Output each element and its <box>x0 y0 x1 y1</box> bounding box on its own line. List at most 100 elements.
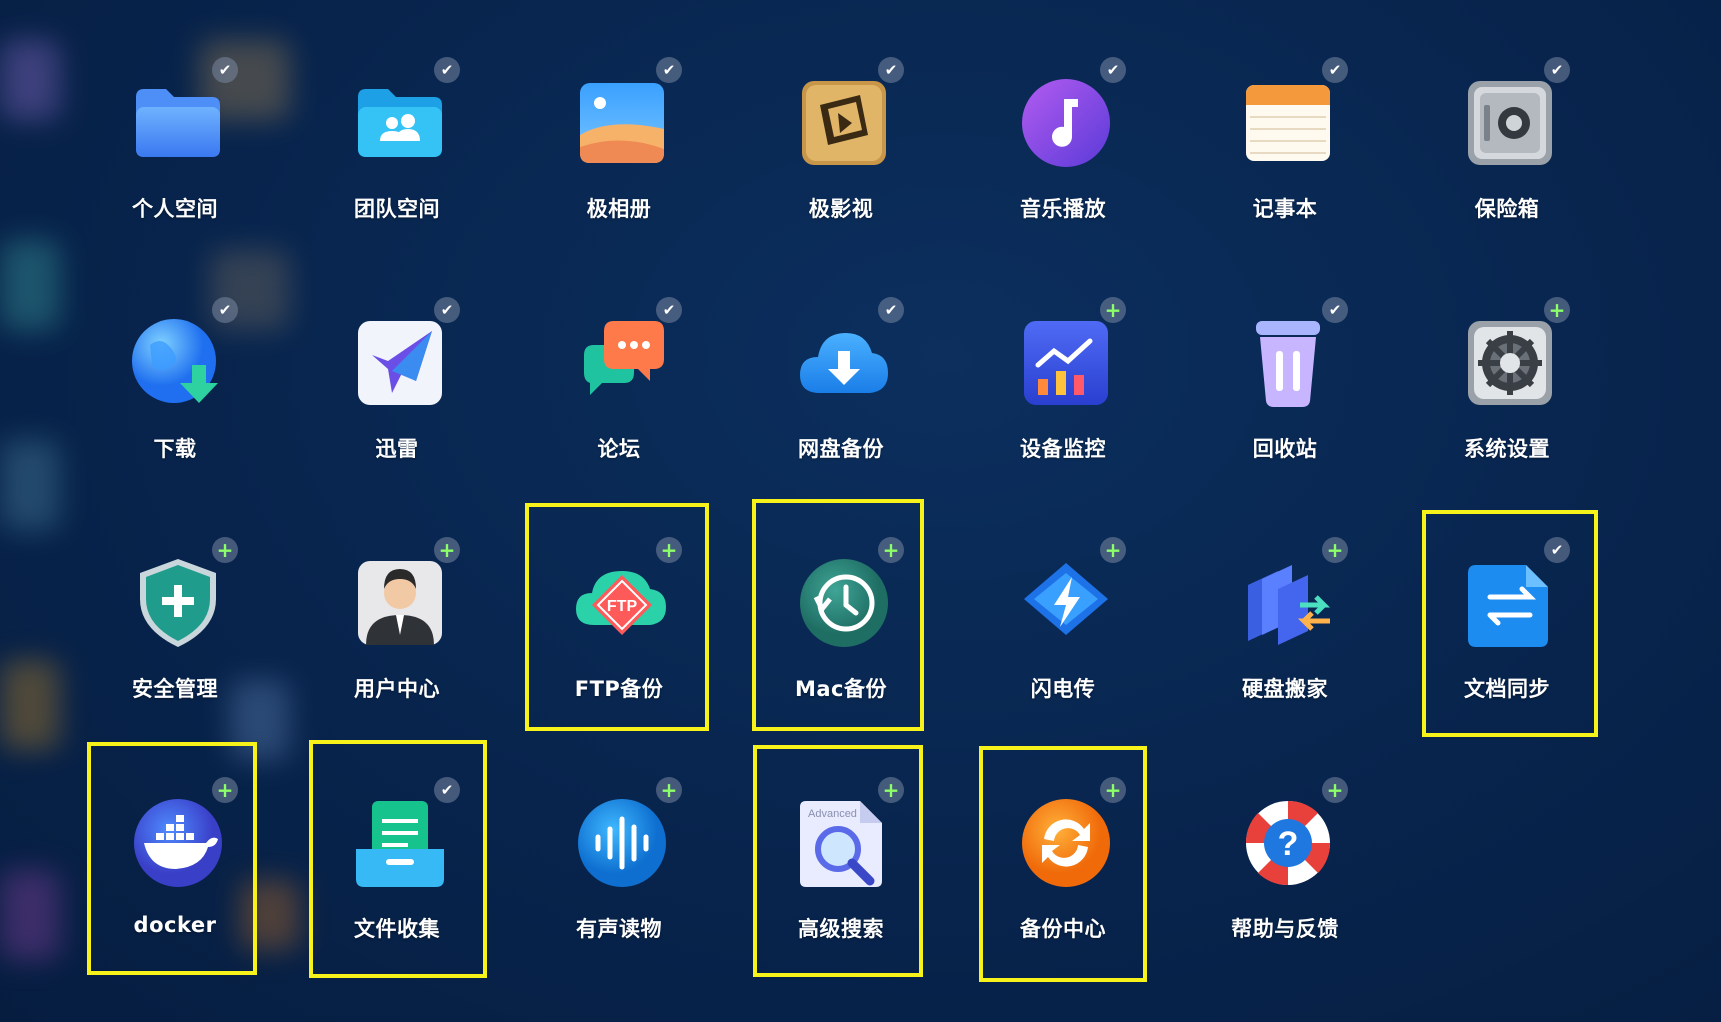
app-tile-docker-whale[interactable]: + docker <box>85 775 265 975</box>
app-tile-audio-wave[interactable]: + 有声读物 <box>529 775 709 975</box>
app-label: docker <box>133 913 217 937</box>
installed-check-icon[interactable]: ✔ <box>212 297 238 323</box>
add-badge-icon[interactable]: + <box>1100 537 1126 563</box>
app-label: 硬盘搬家 <box>1242 677 1328 701</box>
photo-album-icon <box>574 75 670 171</box>
app-label: 文件收集 <box>354 917 440 941</box>
app-label: 迅雷 <box>375 437 419 461</box>
app-tile-safe[interactable]: ✔ 保险箱 <box>1417 55 1597 255</box>
installed-check-icon[interactable]: ✔ <box>434 57 460 83</box>
installed-check-icon[interactable]: ✔ <box>1544 57 1570 83</box>
add-badge-icon[interactable]: + <box>212 537 238 563</box>
add-badge-icon[interactable]: + <box>656 777 682 803</box>
ftp-cloud-icon: FTP <box>574 555 670 651</box>
installed-check-icon[interactable]: ✔ <box>656 297 682 323</box>
add-badge-icon[interactable]: + <box>1322 777 1348 803</box>
installed-check-icon[interactable]: ✔ <box>212 57 238 83</box>
app-label: 有声读物 <box>576 917 662 941</box>
installed-check-icon[interactable]: ✔ <box>656 57 682 83</box>
thunder-bird-icon <box>352 315 448 411</box>
add-badge-icon[interactable]: + <box>212 777 238 803</box>
shield-icon <box>130 555 226 651</box>
add-badge-icon[interactable]: + <box>1100 777 1126 803</box>
installed-check-icon[interactable]: ✔ <box>1544 537 1570 563</box>
app-tile-disk-move[interactable]: + 硬盘搬家 <box>1195 535 1375 735</box>
help-lifebuoy-icon: ? <box>1240 795 1336 891</box>
installed-check-icon[interactable]: ✔ <box>434 297 460 323</box>
app-label: 高级搜索 <box>798 917 884 941</box>
app-tile-advanced-search[interactable]: Advanced + 高级搜索 <box>751 775 931 975</box>
notepad-icon <box>1240 75 1336 171</box>
app-tile-team-folder[interactable]: ✔ 团队空间 <box>307 55 487 255</box>
app-label: 下载 <box>153 437 197 461</box>
installed-check-icon[interactable]: ✔ <box>1322 57 1348 83</box>
lightning-icon <box>1018 555 1114 651</box>
add-badge-icon[interactable]: + <box>1544 297 1570 323</box>
app-tile-shield[interactable]: + 安全管理 <box>85 535 265 735</box>
app-tile-video[interactable]: ✔ 极影视 <box>751 55 931 255</box>
app-label: 音乐播放 <box>1020 197 1106 221</box>
app-tile-help-lifebuoy[interactable]: ? + 帮助与反馈 <box>1195 775 1375 975</box>
app-tile-gear[interactable]: + 系统设置 <box>1417 295 1597 495</box>
app-tile-photo-album[interactable]: ✔ 极相册 <box>529 55 709 255</box>
app-label: FTP备份 <box>574 677 664 701</box>
svg-text:?: ? <box>1278 825 1299 863</box>
installed-check-icon[interactable]: ✔ <box>434 777 460 803</box>
app-label: 安全管理 <box>132 677 218 701</box>
installed-check-icon[interactable]: ✔ <box>1322 297 1348 323</box>
app-tile-ftp-cloud[interactable]: FTP + FTP备份 <box>529 535 709 735</box>
time-machine-icon <box>796 555 892 651</box>
app-label: 文档同步 <box>1464 677 1550 701</box>
app-tile-user-avatar[interactable]: + 用户中心 <box>307 535 487 735</box>
music-note-icon <box>1018 75 1114 171</box>
add-badge-icon[interactable]: + <box>656 537 682 563</box>
team-folder-icon <box>352 75 448 171</box>
video-icon <box>796 75 892 171</box>
add-badge-icon[interactable]: + <box>878 777 904 803</box>
app-tile-backup-sync[interactable]: + 备份中心 <box>973 775 1153 975</box>
app-label: 备份中心 <box>1020 917 1106 941</box>
app-tile-trash[interactable]: ✔ 回收站 <box>1195 295 1375 495</box>
app-label: 记事本 <box>1252 197 1318 221</box>
doc-sync-icon <box>1462 555 1558 651</box>
add-badge-icon[interactable]: + <box>1100 297 1126 323</box>
audio-wave-icon <box>574 795 670 891</box>
app-tile-notepad[interactable]: ✔ 记事本 <box>1195 55 1375 255</box>
app-tile-thunder-bird[interactable]: ✔ 迅雷 <box>307 295 487 495</box>
add-badge-icon[interactable]: + <box>1322 537 1348 563</box>
app-tile-doc-sync[interactable]: ✔ 文档同步 <box>1417 535 1597 735</box>
svg-text:Advanced: Advanced <box>808 808 857 820</box>
add-badge-icon[interactable]: + <box>434 537 460 563</box>
app-label: 闪电传 <box>1030 677 1096 701</box>
app-tile-chart-monitor[interactable]: + 设备监控 <box>973 295 1153 495</box>
add-badge-icon[interactable]: + <box>878 537 904 563</box>
app-label: 极相册 <box>586 197 652 221</box>
app-tile-music-note[interactable]: ✔ 音乐播放 <box>973 55 1153 255</box>
user-avatar-icon <box>352 555 448 651</box>
installed-check-icon[interactable]: ✔ <box>878 57 904 83</box>
app-tile-download-globe[interactable]: ✔ 下载 <box>85 295 265 495</box>
app-label: 帮助与反馈 <box>1231 917 1339 941</box>
disk-move-icon <box>1240 555 1336 651</box>
advanced-search-icon: Advanced <box>796 795 892 891</box>
app-label: 网盘备份 <box>798 437 884 461</box>
backup-sync-icon <box>1018 795 1114 891</box>
app-tile-folder[interactable]: ✔ 个人空间 <box>85 55 265 255</box>
app-label: 系统设置 <box>1464 437 1550 461</box>
app-tile-time-machine[interactable]: + Mac备份 <box>751 535 931 735</box>
app-tile-lightning[interactable]: + 闪电传 <box>973 535 1153 735</box>
installed-check-icon[interactable]: ✔ <box>1100 57 1126 83</box>
app-label: 论坛 <box>597 437 641 461</box>
app-label: Mac备份 <box>794 677 888 701</box>
forum-chat-icon <box>574 315 670 411</box>
app-label: 用户中心 <box>354 677 440 701</box>
chart-monitor-icon <box>1018 315 1114 411</box>
app-label: 个人空间 <box>132 197 218 221</box>
installed-check-icon[interactable]: ✔ <box>878 297 904 323</box>
app-tile-cloud-download[interactable]: ✔ 网盘备份 <box>751 295 931 495</box>
app-tile-forum-chat[interactable]: ✔ 论坛 <box>529 295 709 495</box>
folder-icon <box>130 75 226 171</box>
trash-icon <box>1240 315 1336 411</box>
app-tile-file-collect[interactable]: ✔ 文件收集 <box>307 775 487 975</box>
file-collect-icon <box>352 795 448 891</box>
